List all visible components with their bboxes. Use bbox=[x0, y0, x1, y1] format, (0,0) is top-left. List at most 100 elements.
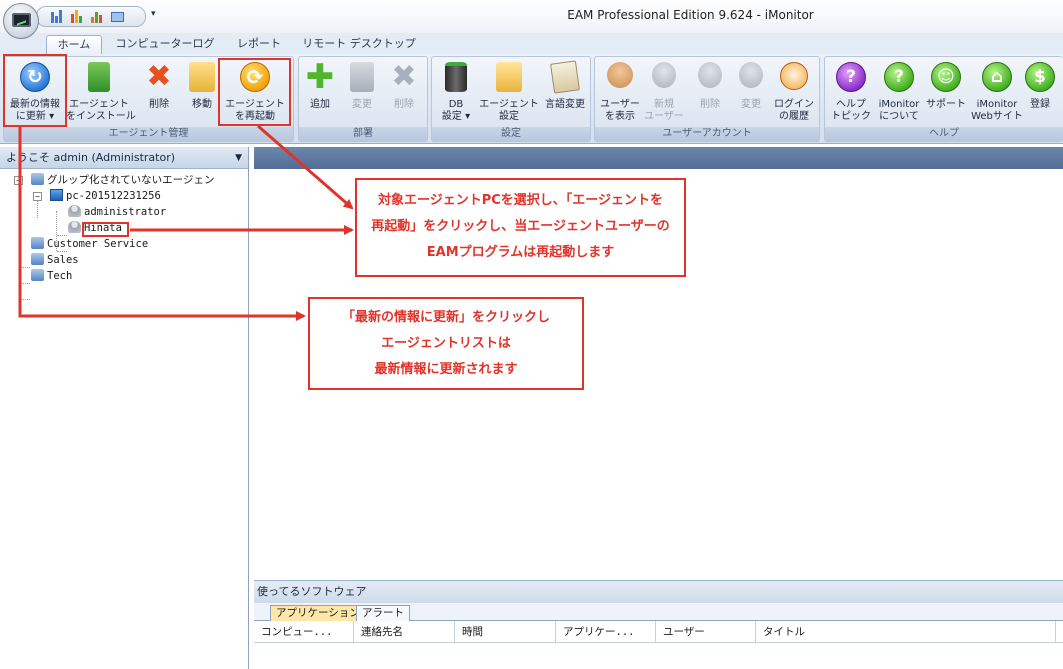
group-icon bbox=[31, 173, 44, 185]
group-icon bbox=[31, 253, 44, 265]
node-label: administrator bbox=[84, 206, 167, 218]
user-icon bbox=[68, 205, 81, 217]
callout-restart-line-1: 対象エージェントPCを選択し、「エージェントを bbox=[377, 193, 664, 208]
callout-refresh: 「最新の情報に更新」をクリックし エージェントリストは 最新情報に更新されます bbox=[308, 297, 584, 390]
install-agent-label: エージェント をインストール bbox=[66, 99, 136, 122]
group-help: ? ヘルプ トピック ? iMonitor について ☺ サポート ⌂ iMon… bbox=[824, 56, 1063, 142]
tree-line bbox=[19, 180, 20, 278]
collapse-pc-icon[interactable]: − bbox=[33, 192, 42, 201]
computer-icon bbox=[50, 189, 63, 201]
tab-computer-log[interactable]: コンピューターログ bbox=[110, 35, 220, 54]
group-user-accounts: ユーザー を表示 新規 ユーザー 削除 変更 ログイン の履歴 ユーザーアカウン… bbox=[594, 56, 820, 142]
tab-home[interactable]: ホーム bbox=[46, 35, 102, 54]
move-icon bbox=[189, 62, 215, 92]
callout-restart-line-2: 再起動」をクリックし、当エージェントユーザーの bbox=[371, 219, 670, 234]
tree-node-user-administrator[interactable]: administrator bbox=[68, 204, 166, 220]
register-button[interactable]: $ 登録 bbox=[1018, 60, 1062, 128]
language-icon bbox=[550, 60, 580, 94]
monitor-icon bbox=[12, 13, 31, 27]
help-glyph: ? bbox=[846, 67, 856, 87]
tree-line bbox=[20, 267, 30, 268]
group-settings: DB 設定 ▾ エージェント 設定 言語変更 設定 bbox=[431, 56, 591, 142]
callout-restart-agent: 対象エージェントPCを選択し、「エージェントを 再起動」をクリックし、当エージェ… bbox=[355, 178, 686, 277]
support-icon: ☺ bbox=[931, 62, 961, 92]
tab-remote-desktop[interactable]: リモート デスクトップ bbox=[300, 35, 418, 54]
column-user[interactable]: ユーザー bbox=[656, 621, 756, 643]
welcome-text: ようこそ admin (Administrator) bbox=[6, 151, 176, 164]
node-label: Tech bbox=[47, 270, 73, 282]
register-icon: $ bbox=[1025, 62, 1055, 92]
install-agent-button[interactable]: エージェント をインストール bbox=[66, 60, 136, 128]
highlight-restart-button bbox=[218, 58, 291, 126]
collapse-root-icon[interactable]: − bbox=[14, 176, 23, 185]
title-bar: ▾ EAM Professional Edition 9.624 - iMoni… bbox=[0, 0, 1063, 33]
column-application[interactable]: アプリケー... bbox=[556, 621, 656, 643]
about-glyph: ? bbox=[894, 67, 904, 87]
software-panel: 使ってるソフトウェア アプリケーション アラート コンピュー... 連絡先名 時… bbox=[254, 580, 1063, 669]
software-panel-title: 使ってるソフトウェア bbox=[254, 581, 1063, 603]
callout-restart-line-3: EAMプログラムは再起動します bbox=[426, 245, 615, 260]
login-history-button[interactable]: ログイン の履歴 bbox=[765, 60, 823, 128]
new-user-icon bbox=[652, 62, 676, 88]
group-department: ✚ 追加 変更 ✖ 削除 部署 bbox=[298, 56, 428, 142]
content-header-bar bbox=[254, 147, 1063, 169]
highlight-refresh-button bbox=[3, 54, 67, 127]
website-glyph: ⌂ bbox=[990, 67, 1004, 87]
agent-settings-button[interactable]: エージェント 設定 bbox=[479, 60, 539, 128]
edit-user-icon bbox=[739, 62, 763, 88]
window-title: EAM Professional Edition 9.624 - iMonito… bbox=[567, 8, 814, 22]
support-glyph: ☺ bbox=[937, 67, 955, 87]
group-icon bbox=[31, 269, 44, 281]
node-label: pc-201512231256 bbox=[66, 190, 161, 202]
about-icon: ? bbox=[884, 62, 914, 92]
group-icon bbox=[31, 237, 44, 249]
node-label: グルップ化されていないエージェン bbox=[47, 174, 215, 186]
column-computer[interactable]: コンピュー... bbox=[254, 621, 354, 643]
app-menu-button[interactable] bbox=[3, 3, 39, 39]
software-tabs: アプリケーション アラート bbox=[254, 603, 1063, 621]
ribbon-tabs: ホーム コンピューターログ レポート リモート デスクトップ bbox=[0, 33, 1063, 54]
callout-refresh-line-2: エージェントリストは bbox=[381, 336, 511, 351]
group-label-user-accounts: ユーザーアカウント bbox=[595, 127, 819, 141]
agent-settings-icon bbox=[496, 62, 522, 92]
tab-applications[interactable]: アプリケーション bbox=[270, 605, 366, 621]
welcome-header[interactable]: ようこそ admin (Administrator) ▼ bbox=[0, 147, 248, 169]
tree-node-customer-service[interactable]: Customer Service bbox=[31, 236, 148, 252]
install-agent-icon bbox=[88, 62, 110, 92]
node-label: Sales bbox=[47, 254, 79, 266]
column-title[interactable]: タイトル bbox=[756, 621, 1056, 643]
ribbon: 最新の情報 に更新 ▾ エージェント をインストール ✖ 削除 移動 エージェン… bbox=[0, 54, 1063, 144]
group-label-department: 部署 bbox=[299, 127, 427, 141]
tree-line bbox=[20, 283, 30, 284]
tab-alerts[interactable]: アラート bbox=[356, 605, 410, 621]
add-icon: ✚ bbox=[305, 57, 335, 97]
tree-node-sales[interactable]: Sales bbox=[31, 252, 79, 268]
tree-node-tech[interactable]: Tech bbox=[31, 268, 72, 284]
language-button[interactable]: 言語変更 bbox=[536, 60, 594, 128]
callout-refresh-line-3: 最新情報に更新されます bbox=[374, 362, 518, 377]
login-history-icon bbox=[780, 62, 808, 90]
website-icon: ⌂ bbox=[982, 62, 1012, 92]
group-label-help: ヘルプ bbox=[825, 127, 1063, 141]
help-icon: ? bbox=[836, 62, 866, 92]
tree-line bbox=[20, 299, 30, 300]
delete-icon: ✖ bbox=[146, 59, 172, 94]
edit-icon bbox=[350, 62, 374, 92]
group-label-settings: 設定 bbox=[432, 127, 590, 141]
tab-report[interactable]: レポート bbox=[228, 35, 290, 54]
tree-node-ungrouped[interactable]: グルップ化されていないエージェン bbox=[31, 172, 214, 188]
user-icon bbox=[68, 221, 81, 233]
register-glyph: $ bbox=[1034, 67, 1046, 87]
users-icon bbox=[607, 62, 633, 88]
highlight-hinata-node bbox=[82, 222, 129, 237]
delete-icon: ✖ bbox=[391, 59, 417, 94]
tree-node-pc[interactable]: pc-201512231256 bbox=[50, 188, 161, 204]
software-grid-header: コンピュー... 連絡先名 時間 アプリケー... ユーザー タイトル bbox=[254, 621, 1063, 643]
register-label: 登録 bbox=[1030, 99, 1050, 110]
callout-refresh-line-1: 「最新の情報に更新」をクリックし bbox=[341, 310, 550, 325]
column-time[interactable]: 時間 bbox=[455, 621, 556, 643]
dropdown-arrow-icon[interactable]: ▼ bbox=[235, 147, 242, 169]
column-contact-name[interactable]: 連絡先名 bbox=[354, 621, 455, 643]
node-label: Customer Service bbox=[47, 238, 149, 250]
delete-user-icon bbox=[698, 62, 722, 88]
